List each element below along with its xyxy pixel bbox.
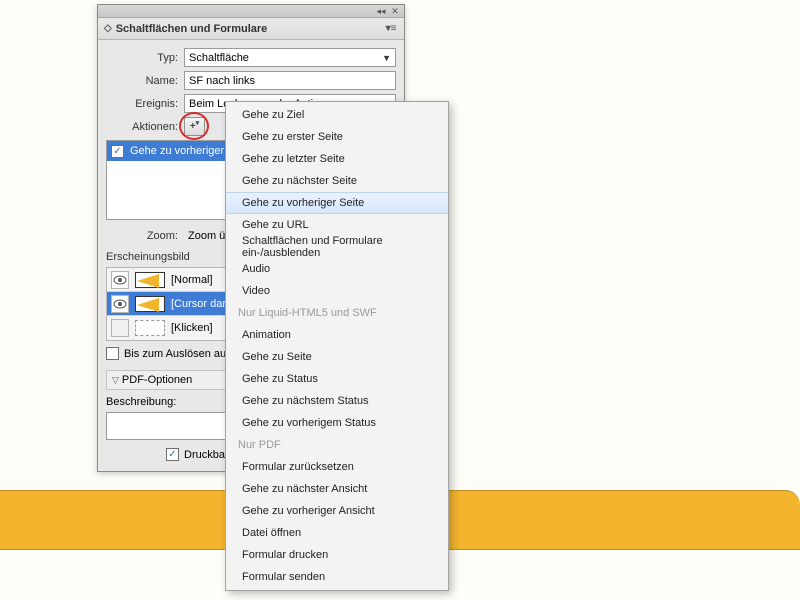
menu-item[interactable]: Gehe zu letzter Seite — [226, 148, 448, 170]
chevron-down-icon: ▼ — [382, 53, 391, 63]
action-dropdown-menu: Gehe zu ZielGehe zu erster SeiteGehe zu … — [225, 101, 449, 591]
visibility-icon[interactable] — [111, 319, 129, 337]
state-thumbnail — [135, 296, 165, 312]
event-label: Ereignis: — [106, 98, 184, 110]
pdf-options-label: PDF-Optionen — [122, 374, 192, 386]
menu-item[interactable]: Gehe zu Ziel — [226, 104, 448, 126]
visibility-icon[interactable] — [111, 271, 129, 289]
menu-item[interactable]: Audio — [226, 258, 448, 280]
type-dropdown[interactable]: Schaltfläche ▼ — [184, 48, 396, 67]
menu-item[interactable]: Gehe zu nächster Ansicht — [226, 478, 448, 500]
menu-item[interactable]: Gehe zu Seite — [226, 346, 448, 368]
state-thumbnail — [135, 320, 165, 336]
menu-item[interactable]: Video — [226, 280, 448, 302]
menu-item[interactable]: Datei öffnen — [226, 522, 448, 544]
type-value: Schaltfläche — [189, 52, 249, 64]
state-label: [Normal] — [171, 274, 213, 286]
name-input[interactable] — [184, 71, 396, 90]
panel-menu-icon[interactable]: ▾≡ — [384, 23, 398, 34]
actions-label: Aktionen: — [106, 121, 184, 133]
menu-item[interactable]: Gehe zu Status — [226, 368, 448, 390]
menu-item[interactable]: Formular senden — [226, 566, 448, 588]
panel-titlebar: ◇ Schaltflächen und Formulare ▾≡ — [98, 18, 404, 40]
state-label: [Klicken] — [171, 322, 213, 334]
menu-section-header: Nur PDF — [226, 434, 448, 456]
menu-item[interactable]: Gehe zu erster Seite — [226, 126, 448, 148]
menu-item[interactable]: Gehe zu URL — [226, 214, 448, 236]
action-checkbox[interactable]: ✓ — [111, 145, 124, 158]
state-thumbnail — [135, 272, 165, 288]
hidden-until-trigger-checkbox[interactable] — [106, 347, 119, 360]
name-label: Name: — [106, 75, 184, 87]
add-action-button[interactable]: +▾ — [184, 117, 205, 136]
menu-item[interactable]: Schaltflächen und Formulare ein-/ausblen… — [226, 236, 448, 258]
menu-item[interactable]: Gehe zu vorheriger Ansicht — [226, 500, 448, 522]
menu-item[interactable]: Formular zurücksetzen — [226, 456, 448, 478]
menu-item[interactable]: Animation — [226, 324, 448, 346]
menu-item[interactable]: Gehe zu vorheriger Seite — [226, 192, 448, 214]
menu-item[interactable]: Formular drucken — [226, 544, 448, 566]
menu-section-header: Nur Liquid-HTML5 und SWF — [226, 302, 448, 324]
tab-marker-icon: ◇ — [104, 23, 112, 34]
zoom-label: Zoom: — [106, 230, 184, 242]
panel-title: Schaltflächen und Formulare — [116, 23, 268, 35]
disclosure-triangle-icon: ▽ — [112, 375, 119, 386]
printable-label: Druckbar — [184, 449, 229, 461]
printable-checkbox[interactable]: ✓ — [166, 448, 179, 461]
visibility-icon[interactable] — [111, 295, 129, 313]
menu-item[interactable]: Gehe zu nächstem Status — [226, 390, 448, 412]
collapse-icon[interactable]: ◂◂ — [375, 6, 387, 16]
name-field[interactable] — [189, 75, 391, 87]
panel-minibar: ◂◂ ✕ — [98, 5, 404, 18]
type-label: Typ: — [106, 52, 184, 64]
menu-item[interactable]: Gehe zu vorherigem Status — [226, 412, 448, 434]
close-icon[interactable]: ✕ — [389, 6, 401, 16]
menu-item[interactable]: Gehe zu nächster Seite — [226, 170, 448, 192]
